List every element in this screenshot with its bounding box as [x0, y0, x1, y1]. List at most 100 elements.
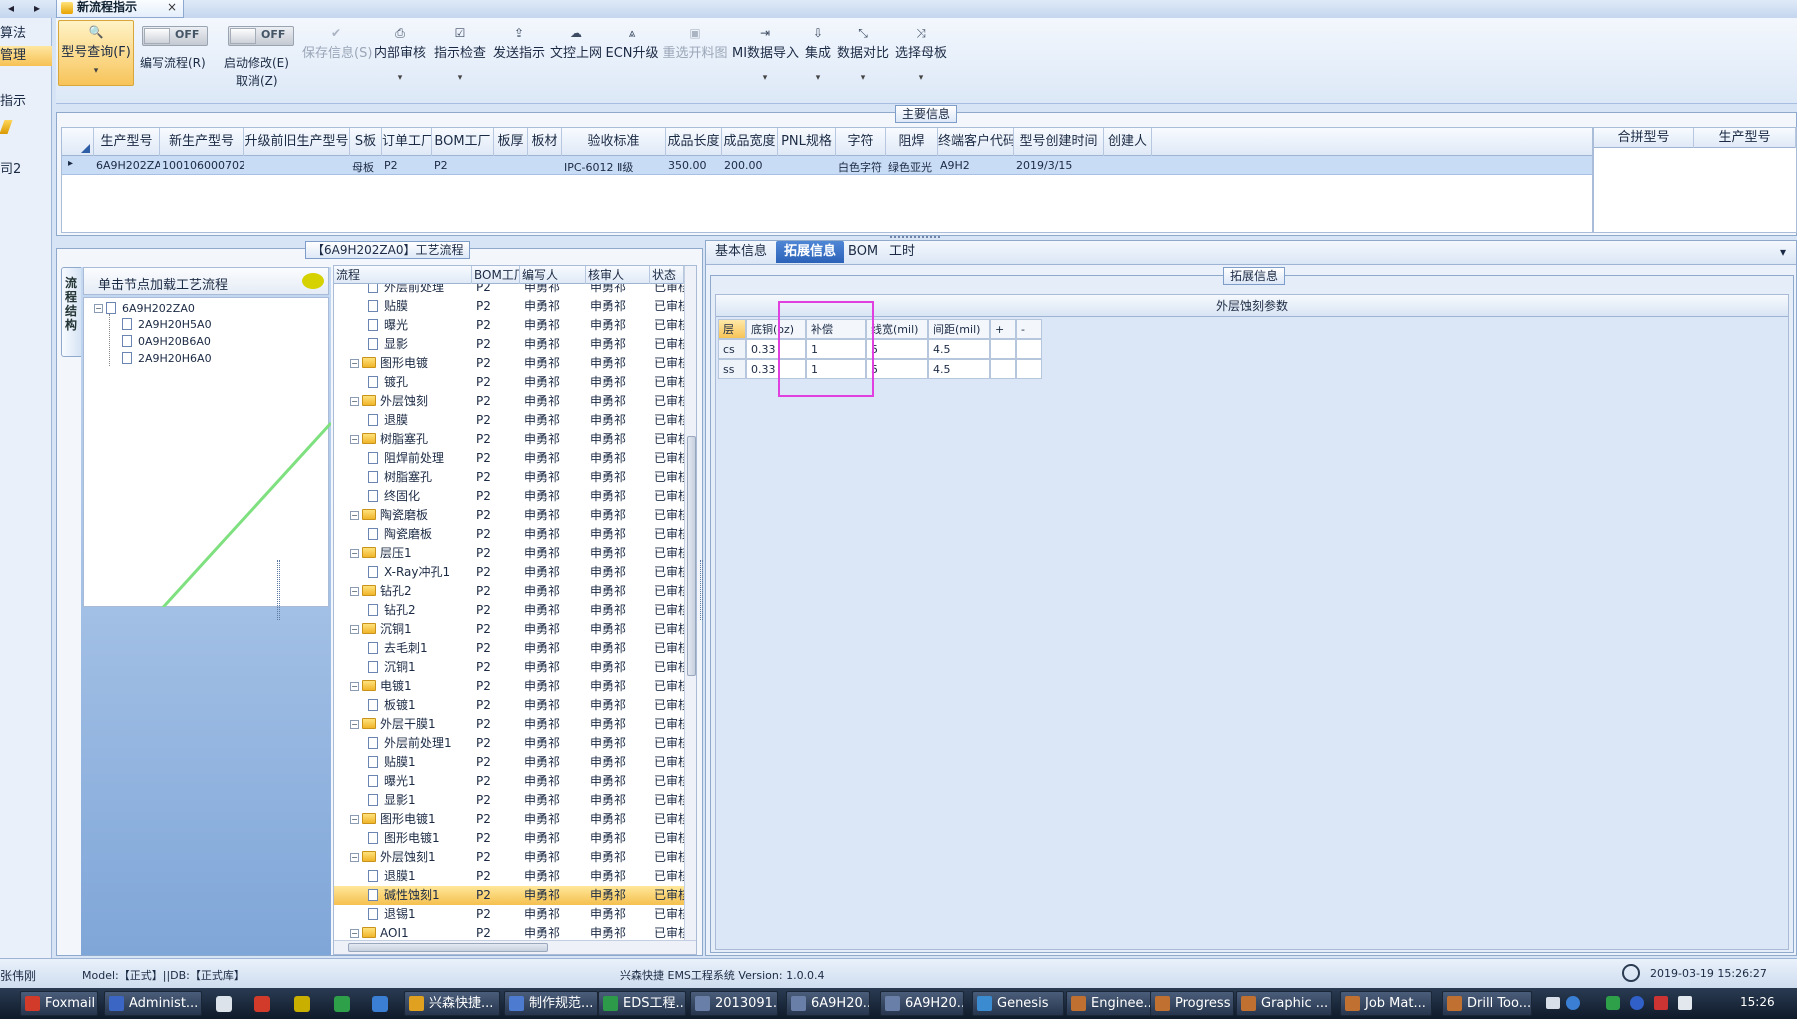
taskbar-clock[interactable]: 15:26	[1740, 995, 1775, 1009]
tab-extended[interactable]: 拓展信息	[776, 241, 844, 263]
taskbar-item[interactable]: Administ...	[104, 991, 202, 1016]
chevron-down-icon[interactable]: ▾	[370, 73, 430, 83]
send-instruction-button[interactable]: ⇪ 发送指示	[490, 22, 548, 102]
column-header[interactable]: S板	[350, 128, 382, 156]
quick-launch-icon[interactable]	[372, 996, 388, 1012]
doc-online-button[interactable]: ☁ 文控上网	[548, 22, 604, 102]
table-row[interactable]: ▸ 6A9H202ZA010010600070226 母板 P2 P2 IPC-6012…	[62, 156, 1592, 175]
column-header[interactable]: 终端客户代码	[938, 128, 1014, 156]
table-row[interactable]: − 陶瓷磨板 P2 申勇祁 申勇祁 已审核	[334, 506, 684, 525]
collapse-icon[interactable]: −	[350, 815, 359, 824]
column-header[interactable]: PNL规格	[778, 128, 836, 156]
start-modify-toggle[interactable]: OFF	[228, 26, 294, 46]
collapse-icon[interactable]: −	[350, 587, 359, 596]
corner-sort-icon[interactable]	[62, 128, 94, 156]
chevron-down-icon[interactable]: ▾	[732, 73, 798, 83]
vtab-structure[interactable]: 流程结构	[61, 267, 81, 357]
collapse-icon[interactable]: −	[350, 549, 359, 558]
table-row[interactable]: 镀孔 P2 申勇祁 申勇祁 已审核	[334, 373, 684, 392]
taskbar-item[interactable]: Foxmail	[20, 991, 98, 1016]
quick-launch-icon[interactable]	[254, 996, 270, 1012]
table-row[interactable]: − AOI1 P2 申勇祁 申勇祁 已审核	[334, 924, 684, 940]
quick-launch-icon[interactable]	[216, 996, 232, 1012]
nav-item-algorithm[interactable]: 算法	[0, 24, 52, 44]
taskbar-item[interactable]: Drill Too...	[1442, 991, 1532, 1016]
table-row[interactable]: 曝光 P2 申勇祁 申勇祁 已审核	[334, 316, 684, 335]
tab-overflow-icon[interactable]: ▾	[1780, 245, 1786, 259]
internal-review-button[interactable]: ⎙ 内部审核 ▾	[370, 22, 430, 102]
table-row[interactable]: 终固化 P2 申勇祁 申勇祁 已审核	[334, 487, 684, 506]
table-row[interactable]: 去毛刺1 P2 申勇祁 申勇祁 已审核	[334, 639, 684, 658]
table-row[interactable]: 阻焊前处理 P2 申勇祁 申勇祁 已审核	[334, 449, 684, 468]
taskbar-item[interactable]: Enginee...	[1066, 991, 1154, 1016]
splitter-handle[interactable]	[277, 560, 280, 620]
table-cell[interactable]	[990, 339, 1016, 359]
quick-launch-icon[interactable]	[334, 996, 350, 1012]
tab-hours[interactable]: 工时	[882, 241, 922, 263]
nav-forward-icon[interactable]: ▸	[26, 0, 48, 18]
tray-flag-icon[interactable]	[1654, 996, 1668, 1010]
column-header[interactable]: 新生产型号	[160, 128, 244, 156]
mi-import-button[interactable]: ⇥ MI数据导入 ▾	[732, 22, 799, 102]
column-header[interactable]: 升级前旧生产型号	[244, 128, 350, 156]
taskbar-item[interactable]: Genesis	[972, 991, 1064, 1016]
tab-bom[interactable]: BOM	[848, 241, 878, 263]
collapse-icon[interactable]: −	[350, 511, 359, 520]
table-row[interactable]: 板镀1 P2 申勇祁 申勇祁 已审核	[334, 696, 684, 715]
column-header[interactable]: +	[990, 319, 1016, 339]
table-row[interactable]: − 层压1 P2 申勇祁 申勇祁 已审核	[334, 544, 684, 563]
tray-help-icon[interactable]	[1566, 996, 1580, 1010]
table-row[interactable]: 退膜1 P2 申勇祁 申勇祁 已审核	[334, 867, 684, 886]
table-cell[interactable]: 4.5	[928, 359, 990, 379]
tab-close-icon[interactable]: ×	[167, 0, 177, 14]
chevron-down-icon[interactable]: ▾	[890, 73, 952, 83]
data-compare-button[interactable]: ⤡ 数据对比 ▾	[834, 22, 892, 102]
collapse-icon[interactable]: −	[350, 929, 359, 938]
collapse-icon[interactable]: −	[350, 853, 359, 862]
table-row[interactable]: 树脂塞孔 P2 申勇祁 申勇祁 已审核	[334, 468, 684, 487]
column-header[interactable]: 型号创建时间	[1014, 128, 1104, 156]
column-header[interactable]: 验收标准	[562, 128, 666, 156]
column-header[interactable]: 生产型号	[1694, 128, 1796, 148]
column-header[interactable]: 线宽(mil)	[866, 319, 928, 339]
splitter-handle[interactable]	[700, 560, 703, 620]
cancel-label[interactable]: 取消(Z)	[236, 72, 278, 89]
table-row[interactable]: − 钻孔2 P2 申勇祁 申勇祁 已审核	[334, 582, 684, 601]
tray-keyboard-icon[interactable]	[1546, 997, 1560, 1009]
table-row[interactable]: − 外层蚀刻 P2 申勇祁 申勇祁 已审核	[334, 392, 684, 411]
integration-button[interactable]: ⇩ 集成 ▾	[798, 22, 838, 102]
nav-item-4[interactable]: 司2	[0, 160, 52, 180]
table-row[interactable]: 曝光1 P2 申勇祁 申勇祁 已审核	[334, 772, 684, 791]
tray-app-icon[interactable]	[1606, 996, 1620, 1010]
taskbar-item[interactable]: 6A9H20...	[880, 991, 964, 1016]
table-row[interactable]: 沉铜1 P2 申勇祁 申勇祁 已审核	[334, 658, 684, 677]
taskbar-item[interactable]: 6A9H20...	[786, 991, 870, 1016]
taskbar-item[interactable]: 2013091...	[690, 991, 778, 1016]
column-header[interactable]: 生产型号	[94, 128, 160, 156]
tray-volume-icon[interactable]	[1678, 996, 1692, 1010]
model-query-button[interactable]: 🔍 型号查询(F) ▾	[58, 20, 134, 86]
reselect-cutting-button[interactable]: ▣ 重选开料图	[660, 22, 730, 102]
collapse-icon[interactable]: −	[350, 397, 359, 406]
collapse-icon[interactable]: −	[350, 720, 359, 729]
tray-shield-icon[interactable]	[1630, 996, 1644, 1010]
table-row[interactable]: 贴膜1 P2 申勇祁 申勇祁 已审核	[334, 753, 684, 772]
taskbar-item[interactable]: 兴森快捷...	[404, 991, 500, 1016]
table-row[interactable]: 外层前处理 P2 申勇祁 申勇祁 已审核	[334, 284, 684, 297]
chevron-down-icon[interactable]: ▾	[798, 73, 838, 83]
taskbar-item[interactable]: Graphic ...	[1236, 991, 1332, 1016]
column-header[interactable]: BOM工厂	[472, 266, 520, 284]
flow-vertical-scrollbar[interactable]	[684, 266, 696, 940]
collapse-icon[interactable]: −	[350, 682, 359, 691]
column-header[interactable]: 字符	[836, 128, 886, 156]
table-cell[interactable]	[990, 359, 1016, 379]
table-cell[interactable]: 5	[866, 359, 928, 379]
save-info-button[interactable]: ✔ 保存信息(S)	[302, 22, 372, 102]
table-row[interactable]: 外层前处理1 P2 申勇祁 申勇祁 已审核	[334, 734, 684, 753]
column-header[interactable]: 流程	[334, 266, 472, 284]
taskbar-item[interactable]: Job Mat...	[1340, 991, 1432, 1016]
scroll-thumb[interactable]	[348, 943, 548, 952]
scroll-thumb[interactable]	[687, 436, 696, 676]
select-mother-board-button[interactable]: ⤨ 选择母板 ▾	[890, 22, 952, 102]
column-header[interactable]: 编写人	[520, 266, 586, 284]
